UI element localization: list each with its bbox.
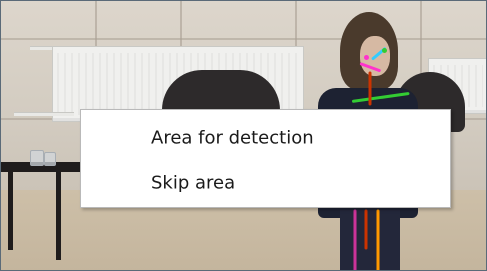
table-leg xyxy=(8,170,13,250)
menu-item-label: Skip area xyxy=(151,172,236,194)
skeleton-bone-torso xyxy=(364,209,368,250)
context-menu: Area for detection Skip area xyxy=(80,109,451,208)
skeleton-joint-head xyxy=(364,55,369,60)
skeleton-bone-left-leg xyxy=(353,209,357,271)
menu-item-skip-area[interactable]: Skip area xyxy=(81,166,450,200)
menu-item-area-for-detection[interactable]: Area for detection xyxy=(81,121,450,155)
wall-panel-seam xyxy=(0,38,487,40)
glass xyxy=(44,152,56,166)
skeleton-joint-neck xyxy=(382,48,387,53)
radiator-pipe xyxy=(14,112,74,116)
menu-item-label: Area for detection xyxy=(151,127,314,149)
glass xyxy=(30,150,44,166)
table-leg xyxy=(56,170,61,260)
person-legs xyxy=(340,210,400,271)
skeleton-bone-spine xyxy=(368,71,372,106)
skeleton-bone-right-leg xyxy=(376,209,380,271)
